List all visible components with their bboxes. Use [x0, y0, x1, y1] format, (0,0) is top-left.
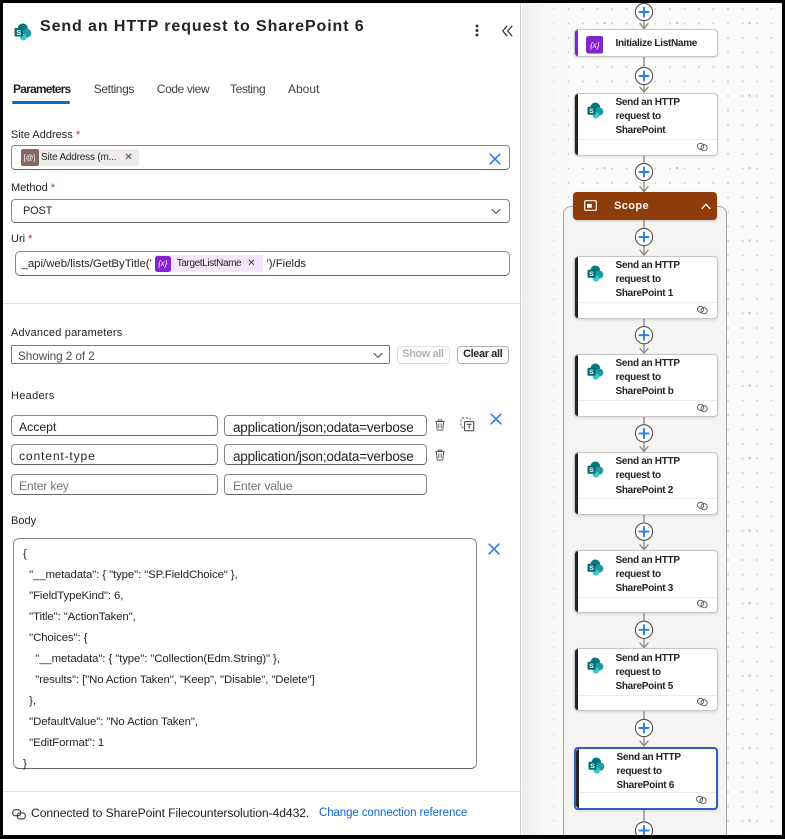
svg-text:S: S: [16, 28, 21, 37]
svg-text:S: S: [589, 108, 594, 115]
svg-text:S: S: [589, 467, 594, 474]
svg-text:S: S: [589, 271, 594, 278]
svg-text:S: S: [589, 369, 594, 376]
svg-text:S: S: [590, 763, 595, 770]
svg-text:{x}: {x}: [589, 41, 599, 50]
svg-text:S: S: [589, 565, 594, 572]
svg-text:S: S: [589, 664, 594, 671]
